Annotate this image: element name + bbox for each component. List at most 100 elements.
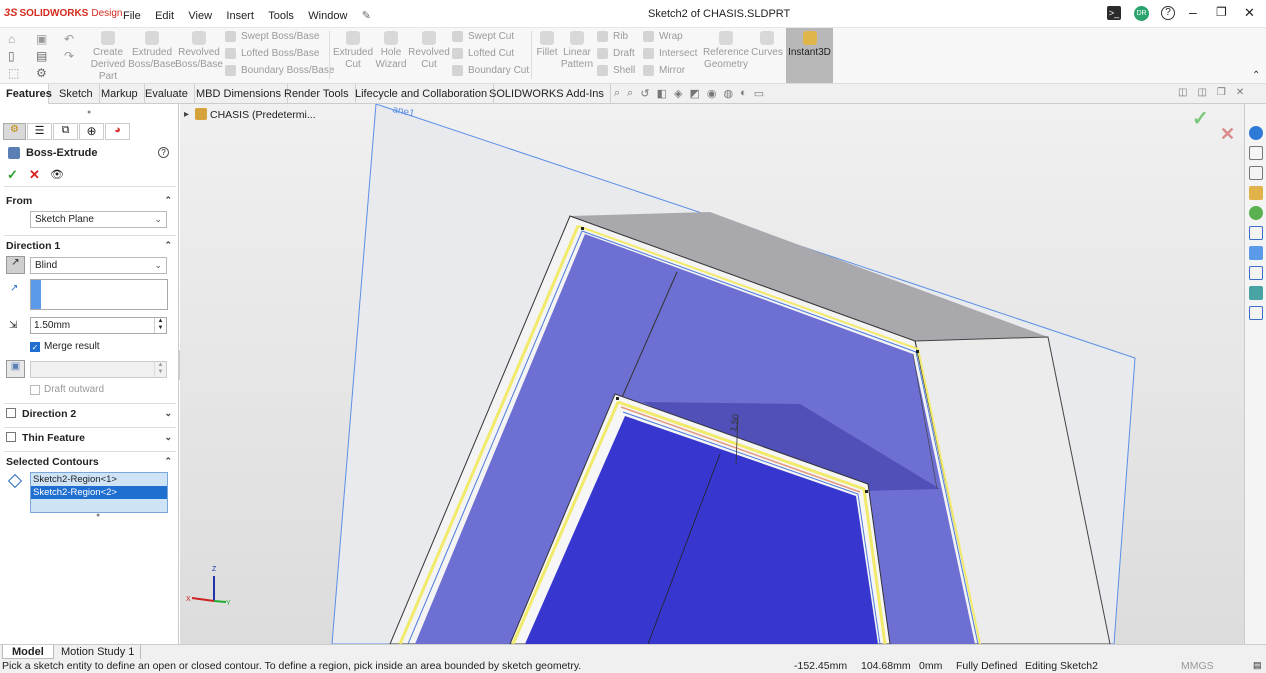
restore-icon[interactable]: ❐ — [1216, 5, 1227, 19]
merge-result-checkbox[interactable]: ✓ — [30, 342, 40, 352]
hole-wizard-button[interactable]: Hole Wizard — [373, 31, 409, 71]
revolved-boss-button[interactable]: Revolved Boss/Base — [175, 31, 223, 71]
lofted-cut-button[interactable]: Lofted Cut — [452, 45, 529, 62]
contour-item[interactable]: Sketch2-Region<1> — [31, 473, 167, 486]
tab-evaluate[interactable]: Evaluate — [139, 84, 195, 104]
direction1-section[interactable]: Direction 1 ⌃ — [0, 240, 179, 252]
edit-appearance-icon[interactable]: ◍ — [723, 87, 733, 100]
hide-show-icon[interactable]: ◉ — [707, 87, 717, 100]
list-resize-handle[interactable]: ● — [96, 512, 100, 519]
tab-markup[interactable]: Markup — [95, 84, 145, 104]
preview-eye-icon[interactable]: 👁 — [50, 168, 64, 181]
user-avatar[interactable]: DR — [1134, 6, 1149, 21]
mirror-button[interactable]: Mirror — [643, 62, 697, 79]
save-icon[interactable]: ▣ — [36, 32, 47, 46]
learning-icon[interactable] — [1249, 306, 1263, 320]
revolved-cut-button[interactable]: Revolved Cut — [408, 31, 450, 71]
undo-icon[interactable]: ↶ — [64, 32, 74, 46]
boundary-boss-button[interactable]: Boundary Boss/Base — [225, 62, 334, 79]
collapse-chevron-icon[interactable]: ⌃ — [164, 240, 172, 251]
depth-spinner[interactable]: ▲ ▼ — [154, 318, 166, 333]
sketch-point[interactable] — [916, 350, 919, 353]
sketch-point[interactable] — [865, 490, 868, 493]
status-units[interactable]: MMGS — [1181, 660, 1214, 672]
design-library-icon[interactable] — [1249, 146, 1263, 160]
instant3d-button[interactable]: Instant3D — [786, 28, 833, 83]
doc-split-icon[interactable]: ◫ — [1197, 87, 1206, 98]
direction2-section[interactable]: Direction 2 ⌄ — [0, 408, 179, 420]
doc-restore-icon[interactable]: ❐ — [1217, 87, 1226, 98]
collapse-chevron-icon[interactable]: ⌃ — [164, 195, 172, 206]
pin-icon[interactable]: ✎ — [362, 10, 371, 22]
zoom-to-fit-icon[interactable]: ⌕ — [614, 87, 620, 100]
intersect-button[interactable]: Intersect — [643, 45, 697, 62]
close-icon[interactable]: ✕ — [1244, 5, 1255, 21]
boundary-cut-button[interactable]: Boundary Cut — [452, 62, 529, 79]
expand-chevron-icon[interactable]: ⌄ — [164, 432, 172, 443]
ok-check-icon[interactable]: ✓ — [7, 167, 18, 183]
draft-spinner[interactable]: ▲ ▼ — [154, 362, 166, 377]
reference-geometry-button[interactable]: Reference Geometry — [703, 31, 749, 71]
menu-view[interactable]: View — [188, 10, 212, 22]
forum-icon[interactable] — [1249, 246, 1263, 260]
redo-icon[interactable]: ↷ — [64, 49, 74, 63]
graphics-area[interactable]: ane1 1.50 Z X Y ▸ CHASIS (Predetermi... … — [180, 104, 1244, 644]
tab-sketch[interactable]: Sketch — [53, 84, 100, 104]
draft-button[interactable]: Draft — [597, 45, 635, 62]
home-icon[interactable]: ⌂ — [8, 32, 15, 46]
doc-tile-icon[interactable]: ◫ — [1178, 87, 1187, 98]
section-view-icon[interactable]: ◧ — [657, 87, 667, 100]
view-palette-icon[interactable] — [1249, 186, 1263, 200]
display-manager-tab-icon[interactable]: ◕ — [105, 123, 130, 140]
app-logo[interactable]: 3S SOLIDWORKS Design — [4, 7, 123, 19]
display-style-icon[interactable]: ◩ — [689, 87, 699, 100]
menu-edit[interactable]: Edit — [155, 10, 174, 22]
select-icon[interactable]: ⬚ — [8, 66, 19, 80]
view-orientation-icon[interactable]: ◈ — [674, 87, 682, 100]
sketch-point[interactable] — [616, 397, 619, 400]
draft-toggle-icon[interactable]: ▣ — [6, 360, 25, 378]
end-condition-dropdown[interactable]: Blind ⌄ — [30, 257, 167, 274]
shell-button[interactable]: Shell — [597, 62, 635, 79]
file-explorer-icon[interactable] — [1249, 166, 1263, 180]
rib-button[interactable]: Rib — [597, 28, 635, 45]
thin-feature-section[interactable]: Thin Feature ⌄ — [0, 432, 179, 444]
view-settings-icon[interactable]: ▭ — [754, 87, 764, 100]
extruded-boss-button[interactable]: Extruded Boss/Base — [128, 31, 176, 71]
fillet-button[interactable]: Fillet — [535, 31, 559, 59]
draft-angle-input[interactable]: ▲ ▼ — [30, 361, 167, 378]
contours-list[interactable]: Sketch2-Region<1> Sketch2-Region<2> — [30, 472, 168, 513]
linear-pattern-button[interactable]: Linear Pattern — [560, 31, 594, 71]
menu-tools[interactable]: Tools — [268, 10, 294, 22]
menu-file[interactable]: File — [123, 10, 141, 22]
lofted-boss-button[interactable]: Lofted Boss/Base — [225, 45, 334, 62]
appearances-icon[interactable] — [1249, 206, 1263, 220]
solidworks-resources-icon[interactable] — [1249, 126, 1263, 140]
extruded-cut-button[interactable]: Extruded Cut — [333, 31, 373, 71]
status-options-icon[interactable]: ▤ — [1253, 660, 1262, 671]
apply-scene-icon[interactable]: ◐ — [740, 87, 747, 100]
contour-item[interactable]: Sketch2-Region<2> — [31, 486, 167, 499]
wrap-button[interactable]: Wrap — [643, 28, 697, 45]
collapse-ribbon-icon[interactable]: ⌃ — [1252, 70, 1260, 81]
feature-manager-tab-icon[interactable]: ⚙ — [3, 123, 26, 140]
tree-expand-arrow-icon[interactable]: ▸ — [184, 109, 189, 120]
cancel-x-icon[interactable]: ✕ — [29, 167, 40, 183]
confirm-cancel-icon[interactable]: ✕ — [1220, 124, 1235, 145]
curves-button[interactable]: Curves — [751, 31, 783, 59]
configuration-manager-tab-icon[interactable]: ⧉ — [53, 123, 78, 140]
swept-cut-button[interactable]: Swept Cut — [452, 28, 529, 45]
dimxpert-tab-icon[interactable]: ⊕ — [79, 123, 104, 140]
minimize-icon[interactable]: – — [1189, 4, 1197, 20]
selected-contours-section[interactable]: Selected Contours ⌃ — [0, 456, 179, 468]
panel-splitter-handle[interactable]: ● — [87, 109, 91, 116]
confirm-ok-icon[interactable]: ✓ — [1192, 106, 1209, 131]
tree-root-label[interactable]: CHASIS (Predetermi... — [210, 109, 316, 121]
previous-view-icon[interactable]: ↺ — [640, 87, 649, 100]
custom-properties-icon[interactable] — [1249, 226, 1263, 240]
zoom-area-icon[interactable]: ⌕ — [627, 87, 633, 100]
help-icon[interactable]: ? — [1161, 6, 1175, 20]
collapse-chevron-icon[interactable]: ⌃ — [164, 456, 172, 467]
reverse-direction-icon[interactable]: ↗ — [6, 256, 25, 274]
tab-render-tools[interactable]: Render Tools — [278, 84, 356, 104]
